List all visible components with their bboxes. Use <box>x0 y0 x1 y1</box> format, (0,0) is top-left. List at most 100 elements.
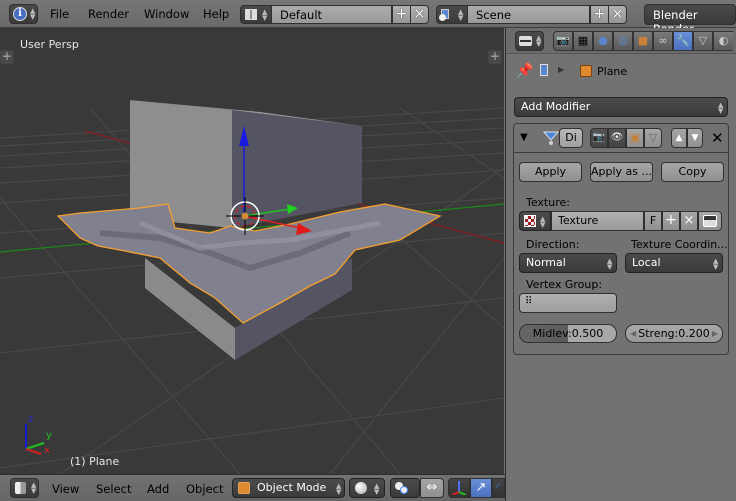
updown-icon: ▲ ▼ <box>536 34 542 48</box>
tab-world[interactable]: ◍ <box>613 31 633 51</box>
new-texture-button[interactable]: + <box>662 211 680 231</box>
decrement-arrow-icon[interactable]: ◀ <box>630 325 636 342</box>
updown-icon: ▲ ▼ <box>713 257 719 271</box>
cage-toggle-button[interactable]: ▽ <box>644 128 662 148</box>
move-down-button[interactable]: ▼ <box>687 128 703 148</box>
scene-selector-button[interactable]: ▲ ▼ <box>436 5 468 24</box>
menu-view[interactable]: View <box>52 482 79 496</box>
scene-remove-button[interactable]: × <box>608 5 627 24</box>
object-mode-icon <box>238 482 250 494</box>
translate-manipulator-button[interactable]: ↗ <box>470 478 492 498</box>
view-label: User Persp <box>20 38 79 51</box>
apply-as-shapekey-button[interactable]: Apply as ... <box>590 162 653 182</box>
tab-render-layers[interactable]: ▦ <box>573 31 593 51</box>
tab-constraints[interactable]: ∞ <box>653 31 673 51</box>
manipulator-center-button[interactable]: ⇔ <box>420 478 444 498</box>
updown-icon: ▲ ▼ <box>374 482 380 496</box>
modifier-name-field[interactable]: Di <box>559 128 583 148</box>
active-object-label: (1) Plane <box>70 455 120 468</box>
shading-dropdown[interactable]: ▲ ▼ <box>349 478 385 498</box>
scene-canvas[interactable] <box>0 28 504 474</box>
gizmo-z-label: z <box>28 414 34 425</box>
toggle-icon <box>703 215 717 227</box>
pivot-dropdown[interactable] <box>390 478 420 498</box>
breadcrumb-object-name: Plane <box>597 65 628 78</box>
menu-window[interactable]: Window <box>144 7 189 21</box>
render-toggle-button[interactable]: 📷 <box>590 128 608 148</box>
solid-shading-icon <box>355 482 367 494</box>
top-header: i ▲ ▼ File Render Window Help ▲ ▼ Default … <box>0 0 736 36</box>
layout-selector-button[interactable]: ▲ ▼ <box>240 5 272 24</box>
scene-name-field[interactable]: Scene <box>467 5 590 24</box>
unlink-texture-button[interactable]: × <box>680 211 698 231</box>
render-engine-dropdown[interactable]: Blender Render <box>644 4 736 36</box>
texture-name: Texture <box>558 214 599 227</box>
collapse-arrow-icon[interactable]: ▼ <box>520 132 528 143</box>
show-texture-button[interactable] <box>698 211 722 231</box>
3d-viewport[interactable]: User Persp + + z y x (1) Plane <box>0 28 504 474</box>
add-modifier-dropdown[interactable]: Add Modifier ▲ ▼ <box>514 97 728 117</box>
remove-modifier-icon[interactable]: ✕ <box>711 129 724 147</box>
cube-right-face <box>232 110 362 228</box>
midlevel-slider[interactable]: Midlev:0.500 <box>519 324 617 343</box>
layout-name-field[interactable]: Default <box>271 5 392 24</box>
cube-icon <box>15 482 26 494</box>
editor-type-button[interactable]: i ▲ ▼ <box>9 4 38 24</box>
tab-scene[interactable]: ● <box>593 31 613 51</box>
properties-region-expand-button[interactable]: + <box>488 50 502 64</box>
breadcrumb-arrow-icon: ▶ <box>558 65 565 74</box>
gizmo-x-label: x <box>44 445 50 456</box>
updown-icon: ▲ ▼ <box>718 101 724 115</box>
displace-modifier-panel: ▼ Di 📷 👁 ▣ ▽ ▲ ▼ ✕ Apply Apply as ... Co… <box>513 123 729 355</box>
vertex-group-label: Vertex Group: <box>526 278 603 291</box>
scene-breadcrumb-icon <box>540 64 548 76</box>
pin-icon[interactable]: 📌 <box>516 63 533 79</box>
manipulator-icon <box>451 481 467 496</box>
editor-type-button[interactable]: ▲ ▼ <box>515 31 544 51</box>
scene-sphere-icon <box>439 14 446 21</box>
apply-button[interactable]: Apply <box>519 162 582 182</box>
editor-type-button[interactable]: ▲ ▼ <box>10 478 39 498</box>
copy-button[interactable]: Copy <box>661 162 724 182</box>
displace-modifier-icon <box>543 131 559 145</box>
texture-coordinates-dropdown[interactable]: Local ▲ ▼ <box>625 253 723 273</box>
viewport-toggle-button[interactable]: 👁 <box>608 128 626 148</box>
tab-modifiers[interactable]: 🔧 <box>673 31 693 51</box>
tab-material[interactable]: ◐ <box>713 31 733 51</box>
checker-texture-icon <box>524 215 536 227</box>
toolshelf-expand-button[interactable]: + <box>0 50 14 64</box>
updown-icon: ▲ ▼ <box>540 215 546 229</box>
menu-add[interactable]: Add <box>147 482 169 496</box>
properties-icon <box>519 36 532 46</box>
strength-label: Streng: <box>638 327 679 340</box>
fake-user-button[interactable]: F <box>644 211 662 231</box>
rotate-manipulator-button[interactable]: ◜ <box>492 478 505 498</box>
mode-dropdown[interactable]: Object Mode ▲ ▼ <box>232 478 345 498</box>
scene-add-button[interactable]: + <box>590 5 609 24</box>
menu-help[interactable]: Help <box>203 7 229 21</box>
direction-dropdown[interactable]: Normal ▲ ▼ <box>519 253 617 273</box>
increment-arrow-icon[interactable]: ▶ <box>712 325 718 342</box>
layout-add-button[interactable]: + <box>392 5 411 24</box>
manipulator-toggle-button[interactable] <box>448 478 470 498</box>
updown-icon: ▲ ▼ <box>607 257 613 271</box>
editmode-toggle-button[interactable]: ▣ <box>626 128 644 148</box>
menu-file[interactable]: File <box>50 7 69 21</box>
info-icon: i <box>13 7 27 21</box>
object-cube-icon <box>580 65 592 77</box>
strength-field[interactable]: ◀ Streng:0.200 ▶ <box>625 324 723 343</box>
updown-icon: ▲ ▼ <box>336 482 342 496</box>
tab-data[interactable]: ▽ <box>693 31 713 51</box>
tab-object[interactable]: ■ <box>633 31 653 51</box>
menu-select[interactable]: Select <box>96 482 131 496</box>
tab-render[interactable]: 📷 <box>553 31 573 51</box>
layout-remove-button[interactable]: × <box>410 5 429 24</box>
axis-gizmo <box>25 424 45 455</box>
move-up-button[interactable]: ▲ <box>671 128 687 148</box>
object-origin <box>241 212 249 220</box>
texture-name-field[interactable]: Texture <box>551 211 644 231</box>
menu-render[interactable]: Render <box>88 7 129 21</box>
menu-object[interactable]: Object <box>186 482 223 496</box>
vertex-group-field[interactable]: ⠿ <box>519 293 617 313</box>
texture-browse-button[interactable]: ▲ ▼ <box>519 211 551 231</box>
